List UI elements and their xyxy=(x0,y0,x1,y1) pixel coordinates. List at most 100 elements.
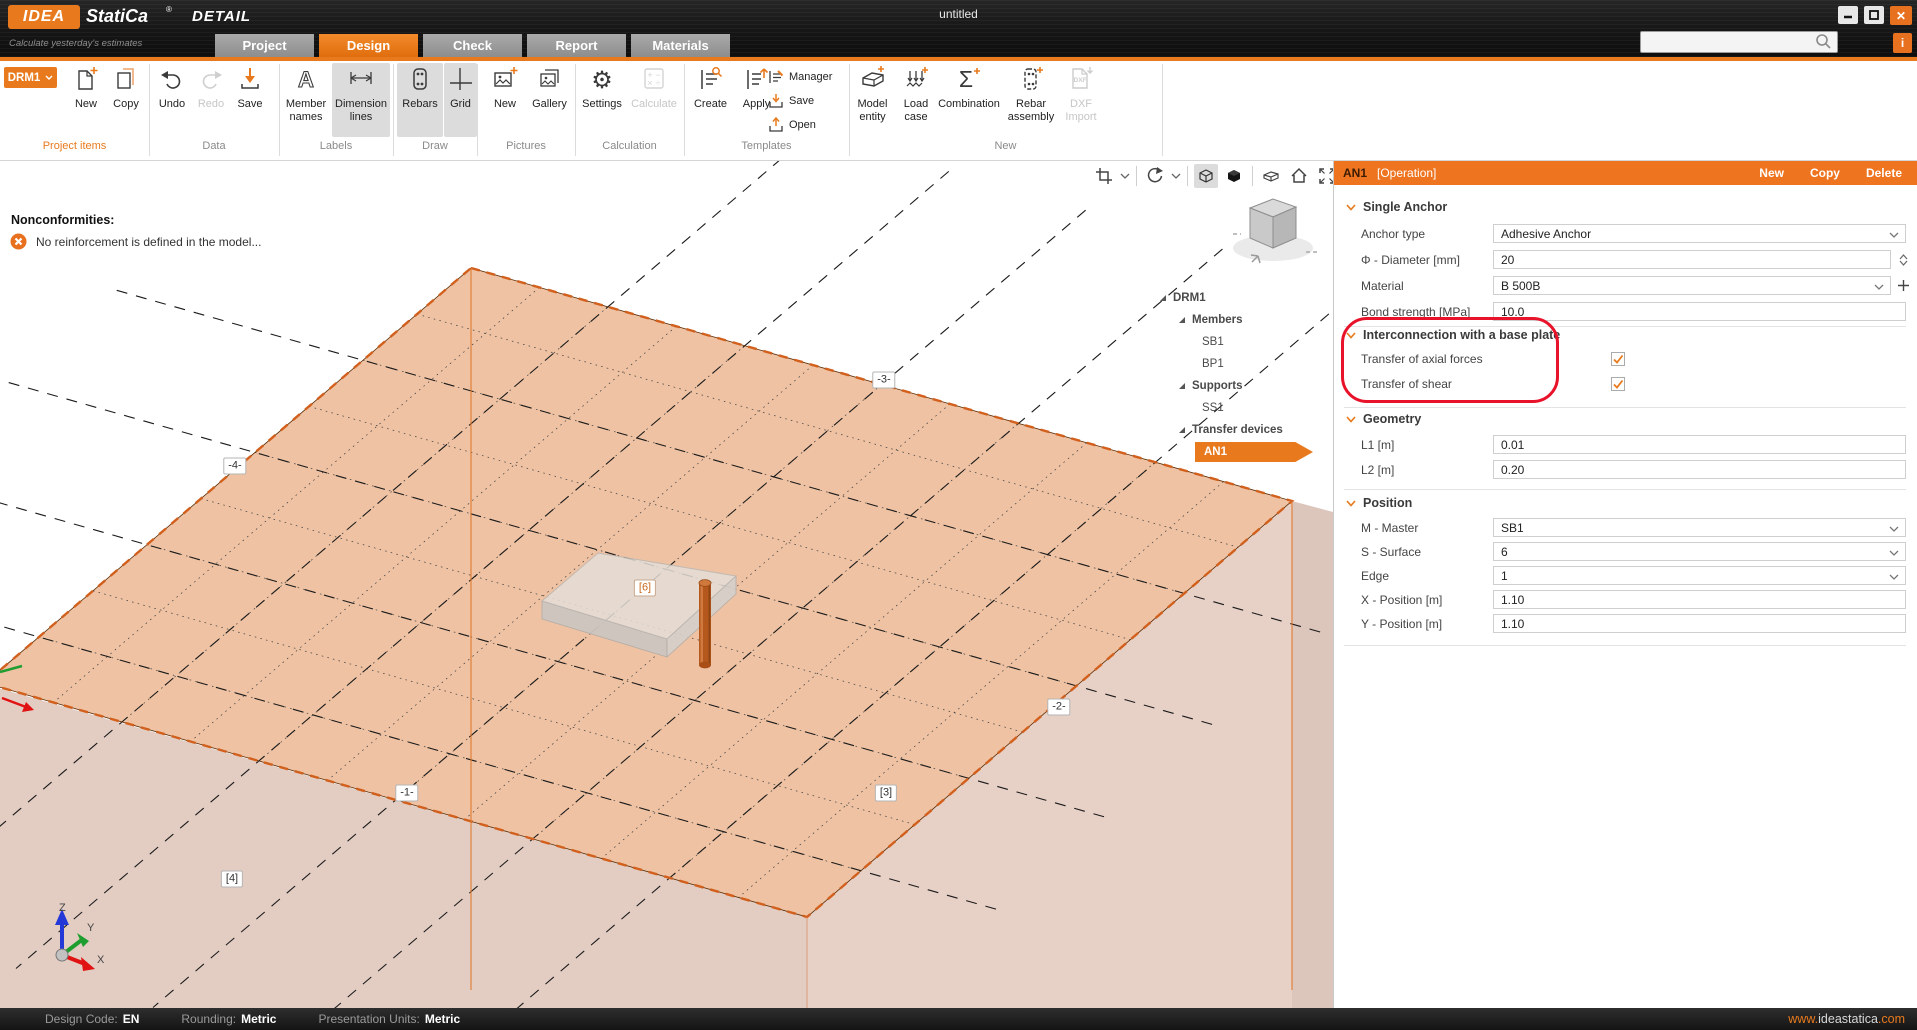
tree-item-transfer-devices[interactable]: Transfer devices xyxy=(1155,419,1320,441)
material-select[interactable]: B 500B xyxy=(1493,276,1891,295)
combination-button[interactable]: Σ Combination xyxy=(936,63,1002,137)
grid-label: -3- xyxy=(872,372,895,389)
load-case-button[interactable]: Load case xyxy=(897,63,935,137)
tree-item-members[interactable]: Members xyxy=(1155,309,1320,331)
group-label-draw: Draw xyxy=(393,140,477,156)
new-project-item-button[interactable]: New xyxy=(66,63,106,137)
gallery-button[interactable]: Gallery xyxy=(527,63,572,137)
operation-type: [Operation] xyxy=(1377,166,1436,180)
selected-item-banner[interactable]: AN1 xyxy=(1195,442,1313,462)
l2-label: L2 [m] xyxy=(1361,463,1493,477)
model-entity-button[interactable]: Model entity xyxy=(849,63,896,137)
rotate-view-button[interactable] xyxy=(1143,164,1167,188)
tab-design[interactable]: Design xyxy=(319,34,418,57)
anchor-type-select[interactable]: Adhesive Anchor xyxy=(1493,224,1906,243)
expander-icon[interactable] xyxy=(1178,382,1186,390)
expander-icon[interactable] xyxy=(1178,426,1186,434)
axial-forces-checkbox[interactable] xyxy=(1611,352,1625,366)
solid-view-button[interactable] xyxy=(1222,164,1246,188)
info-button[interactable]: i xyxy=(1893,33,1912,53)
settings-button[interactable]: ⚙ Settings xyxy=(577,63,627,137)
tree-item-an1-selected[interactable]: AN1 xyxy=(1155,441,1320,463)
rebar-assembly-button[interactable]: Rebar assembly xyxy=(1003,63,1059,137)
website-link[interactable]: www.ideastatica.com xyxy=(1788,1012,1905,1026)
tab-check[interactable]: Check xyxy=(423,34,522,57)
member-names-button[interactable]: A Member names xyxy=(282,63,330,137)
zoom-extents-button[interactable] xyxy=(1315,164,1333,188)
l2-input[interactable]: 0.20 xyxy=(1493,460,1906,479)
tree-item-bp1[interactable]: BP1 xyxy=(1155,353,1320,375)
grid-label: -1- xyxy=(395,785,418,802)
minimize-button[interactable] xyxy=(1838,6,1858,24)
section-interconnection[interactable]: Interconnection with a base plate xyxy=(1346,328,1560,342)
bond-strength-input[interactable]: 10.0 xyxy=(1493,302,1906,321)
close-button[interactable]: ✕ xyxy=(1890,6,1912,25)
template-manager-button[interactable]: Manager xyxy=(768,66,848,88)
base-plate-label: [6] xyxy=(634,580,656,597)
chevron-down-icon[interactable] xyxy=(1120,172,1130,180)
expander-icon[interactable] xyxy=(1159,294,1167,302)
tab-report[interactable]: Report xyxy=(527,34,626,57)
search-input[interactable] xyxy=(1641,35,1814,49)
edge-select[interactable]: 1 xyxy=(1493,566,1906,585)
home-view-button[interactable] xyxy=(1287,164,1311,188)
section-position[interactable]: Position xyxy=(1346,496,1412,510)
tree-item-sb1[interactable]: SB1 xyxy=(1155,331,1320,353)
chevron-down-icon xyxy=(1889,550,1899,556)
dimension-lines-button[interactable]: Dimension lines xyxy=(332,63,390,137)
panel-copy-button[interactable]: Copy xyxy=(1810,166,1840,180)
maximize-button[interactable] xyxy=(1864,6,1884,24)
chevron-down-icon[interactable] xyxy=(1171,172,1181,180)
dxf-import-button[interactable]: DXF DXF Import xyxy=(1060,63,1102,137)
app-logo: IDEA xyxy=(8,5,80,29)
3d-viewport[interactable]: Nonconformities: No reinforcement is def… xyxy=(0,161,1333,1008)
template-open-button[interactable]: Open xyxy=(768,114,848,136)
section-single-anchor[interactable]: Single Anchor xyxy=(1346,200,1447,214)
redo-button[interactable]: Redo xyxy=(192,63,230,137)
save-button[interactable]: Save xyxy=(231,63,269,137)
panel-new-button[interactable]: New xyxy=(1759,166,1784,180)
tree-item-drm1[interactable]: DRM1 xyxy=(1155,287,1320,309)
tab-project[interactable]: Project xyxy=(215,34,314,57)
gear-icon: ⚙ xyxy=(589,65,615,95)
drm1-dropdown[interactable]: DRM1 xyxy=(4,67,57,88)
panel-delete-button[interactable]: Delete xyxy=(1866,166,1902,180)
diameter-spinner[interactable] xyxy=(1894,254,1912,266)
tree-item-supports[interactable]: Supports xyxy=(1155,375,1320,397)
master-select[interactable]: SB1 xyxy=(1493,518,1906,537)
section-view-button[interactable] xyxy=(1259,164,1283,188)
rebars-button[interactable]: Rebars xyxy=(397,63,443,137)
scene-canvas[interactable] xyxy=(0,161,1333,1008)
shear-checkbox[interactable] xyxy=(1611,377,1625,391)
surface-select[interactable]: 6 xyxy=(1493,542,1906,561)
undo-icon xyxy=(159,65,185,95)
crop-view-button[interactable] xyxy=(1092,164,1116,188)
add-material-button[interactable] xyxy=(1894,279,1912,292)
y-position-input[interactable]: 1.10 xyxy=(1493,614,1906,633)
group-label-project-items: Project items xyxy=(0,140,149,156)
diameter-input[interactable]: 20 xyxy=(1493,250,1891,269)
axis-y-label: Y xyxy=(87,922,95,934)
template-save-button[interactable]: Save xyxy=(768,90,848,112)
svg-text:⚙: ⚙ xyxy=(591,67,613,94)
l1-input[interactable]: 0.01 xyxy=(1493,435,1906,454)
x-position-input[interactable]: 1.10 xyxy=(1493,590,1906,609)
template-create-button[interactable]: Create xyxy=(687,63,734,137)
grid-button[interactable]: Grid xyxy=(444,63,477,137)
section-geometry[interactable]: Geometry xyxy=(1346,412,1421,426)
calculate-button[interactable]: + − × ÷ Calculate xyxy=(628,63,680,137)
search-box[interactable] xyxy=(1640,31,1838,53)
units-status: Presentation Units: Metric xyxy=(318,1012,460,1026)
tree-item-ss1[interactable]: SS1 xyxy=(1155,397,1320,419)
copy-project-item-button[interactable]: Copy xyxy=(107,63,145,137)
wireframe-view-button[interactable] xyxy=(1194,164,1218,188)
tab-materials[interactable]: Materials xyxy=(631,34,730,57)
navigation-cube[interactable] xyxy=(1228,186,1323,264)
expander-icon[interactable] xyxy=(1178,316,1186,324)
undo-button[interactable]: Undo xyxy=(152,63,192,137)
group-label-templates: Templates xyxy=(684,140,849,156)
svg-text:A: A xyxy=(298,67,314,92)
new-picture-button[interactable]: New xyxy=(483,63,527,137)
chevron-down-icon[interactable] xyxy=(1899,260,1908,266)
master-label: M - Master xyxy=(1361,521,1493,535)
